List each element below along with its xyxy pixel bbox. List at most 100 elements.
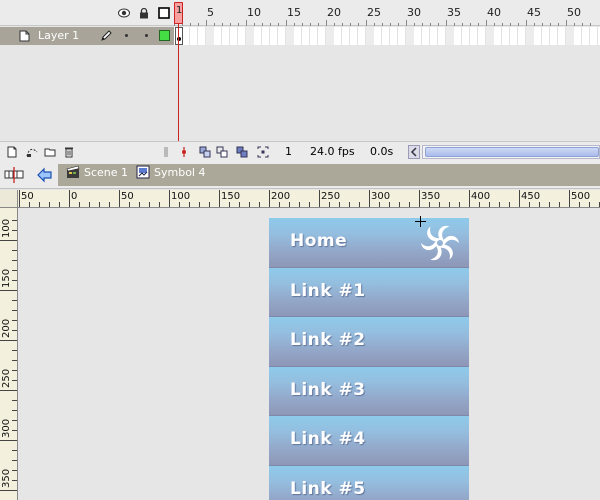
edit-multiple-frames-icon[interactable] <box>236 146 248 158</box>
menu-button-link-5[interactable]: Link #5 <box>269 465 469 500</box>
ruler-minor-tick <box>519 190 520 207</box>
chevron-left-icon <box>410 147 417 157</box>
outline-icon[interactable] <box>158 7 170 19</box>
frame-number-ruler[interactable]: 5 10 15 20 25 30 35 40 45 50 <box>174 0 600 26</box>
frame-tick <box>262 23 263 26</box>
ruler-minor-tick <box>12 420 17 421</box>
ruler-minor-tick <box>469 190 470 207</box>
ruler-minor-tick <box>439 202 440 207</box>
frame-number: 40 <box>487 6 501 19</box>
folder-icon[interactable] <box>44 146 56 158</box>
menu-button-home[interactable]: Home <box>269 218 469 268</box>
frame-tick <box>582 23 583 26</box>
frame-number: 15 <box>287 6 301 19</box>
scroll-left-button[interactable] <box>408 145 420 159</box>
timeline-horizontal-scrollbar[interactable] <box>422 145 600 159</box>
ruler-minor-tick <box>549 202 550 207</box>
frame-cell-fifth[interactable] <box>366 27 374 45</box>
ruler-minor-tick <box>499 202 500 207</box>
back-arrow-icon[interactable] <box>36 166 54 184</box>
frame-tick <box>406 20 407 26</box>
frame-cell-fifth[interactable] <box>286 27 294 45</box>
ruler-minor-tick <box>12 260 17 261</box>
keyframe[interactable] <box>175 27 183 45</box>
ruler-minor-tick <box>319 190 320 207</box>
frame-number: 45 <box>527 6 541 19</box>
frame-cell-fifth[interactable] <box>326 27 334 45</box>
frame-rate-readout[interactable]: 24.0 fps <box>310 145 355 158</box>
menu-button-label: Link #2 <box>290 330 366 350</box>
modify-markers-icon[interactable] <box>257 146 269 158</box>
layer-row[interactable]: Layer 1 <box>0 27 600 45</box>
frame-tick <box>438 23 439 26</box>
frame-tick <box>318 23 319 26</box>
onion-outlines-icon[interactable] <box>216 146 228 158</box>
frame-cell-fifth[interactable] <box>406 27 414 45</box>
timeline-toggle-icon[interactable] <box>4 166 24 184</box>
frame-cell-fifth[interactable] <box>206 27 214 45</box>
scrollbar-thumb[interactable] <box>425 147 599 157</box>
ruler-minor-tick <box>12 380 17 381</box>
frame-tick <box>470 23 471 26</box>
scene-icon <box>66 165 80 178</box>
frame-tick <box>398 23 399 26</box>
layer-outline-color-box[interactable] <box>159 30 170 41</box>
frame-cell-fifth[interactable] <box>246 27 254 45</box>
timeline-resize-grip[interactable] <box>160 146 172 158</box>
frame-tick <box>390 23 391 26</box>
horizontal-ruler[interactable]: 50 0 50 100 150 200 250 300 350 400 450 500 <box>18 190 600 208</box>
playhead[interactable]: 1 <box>174 2 183 24</box>
swirl-logo-icon <box>421 225 459 261</box>
onion-skin-icon[interactable] <box>199 146 211 158</box>
lock-icon[interactable] <box>138 7 150 19</box>
ruler-minor-tick <box>139 202 140 207</box>
ruler-minor-tick <box>249 202 250 207</box>
layer-lock-dot[interactable] <box>145 34 148 37</box>
frame-number: 10 <box>247 6 261 19</box>
breadcrumb-scene[interactable]: Scene 1 <box>66 165 130 181</box>
ruler-minor-tick <box>12 250 17 251</box>
frame-tick <box>446 20 447 26</box>
ruler-minor-tick <box>299 202 300 207</box>
menu-button-link-3[interactable]: Link #3 <box>269 366 469 416</box>
ruler-label: 100 <box>1 218 12 238</box>
frame-cell-fifth[interactable] <box>486 27 494 45</box>
frame-tick <box>286 20 287 26</box>
frame-cell-fifth[interactable] <box>446 27 454 45</box>
frame-tick <box>190 23 191 26</box>
frame-tick <box>270 23 271 26</box>
frame-tick <box>486 20 487 26</box>
breadcrumb-symbol[interactable]: Symbol 4 <box>136 165 206 181</box>
layer-visibility-dot[interactable] <box>125 34 128 37</box>
trash-icon[interactable] <box>63 146 75 158</box>
ruler-minor-tick <box>12 370 17 371</box>
motion-guide-icon[interactable] <box>26 146 38 158</box>
timeline-panel: 5 10 15 20 25 30 35 40 45 50 1 Layer 1 1… <box>0 0 600 161</box>
ruler-minor-tick <box>19 190 20 207</box>
stage-canvas[interactable]: Home Link #1 Link #2 Link #3 Link #4 Link #5 <box>19 209 600 500</box>
ruler-label: 250 <box>321 191 341 202</box>
layer-name-cell[interactable]: Layer 1 <box>0 27 174 45</box>
menu-button-link-2[interactable]: Link #2 <box>269 317 469 367</box>
vertical-ruler[interactable]: 100 150 200 250 300 350 <box>0 208 18 500</box>
center-frame-icon[interactable] <box>178 146 190 158</box>
ruler-minor-tick <box>89 202 90 207</box>
ruler-minor-tick <box>579 202 580 207</box>
ruler-minor-tick <box>0 390 17 391</box>
insert-layer-icon[interactable] <box>6 146 18 158</box>
ruler-label: 200 <box>271 191 291 202</box>
layer-name[interactable]: Layer 1 <box>38 29 79 42</box>
menu-button-link-1[interactable]: Link #1 <box>269 267 469 317</box>
frame-tick <box>454 23 455 26</box>
ruler-minor-tick <box>12 430 17 431</box>
frame-tick <box>566 20 567 26</box>
menu-button-link-4[interactable]: Link #4 <box>269 416 469 466</box>
eye-icon[interactable] <box>118 7 130 19</box>
layer-frames[interactable] <box>174 27 600 45</box>
frame-tick <box>430 23 431 26</box>
frame-tick <box>518 23 519 26</box>
frame-cell-fifth[interactable] <box>526 27 534 45</box>
ruler-label: 350 <box>421 191 441 202</box>
ruler-label: 0 <box>71 191 78 202</box>
frame-cell-fifth[interactable] <box>566 27 574 45</box>
